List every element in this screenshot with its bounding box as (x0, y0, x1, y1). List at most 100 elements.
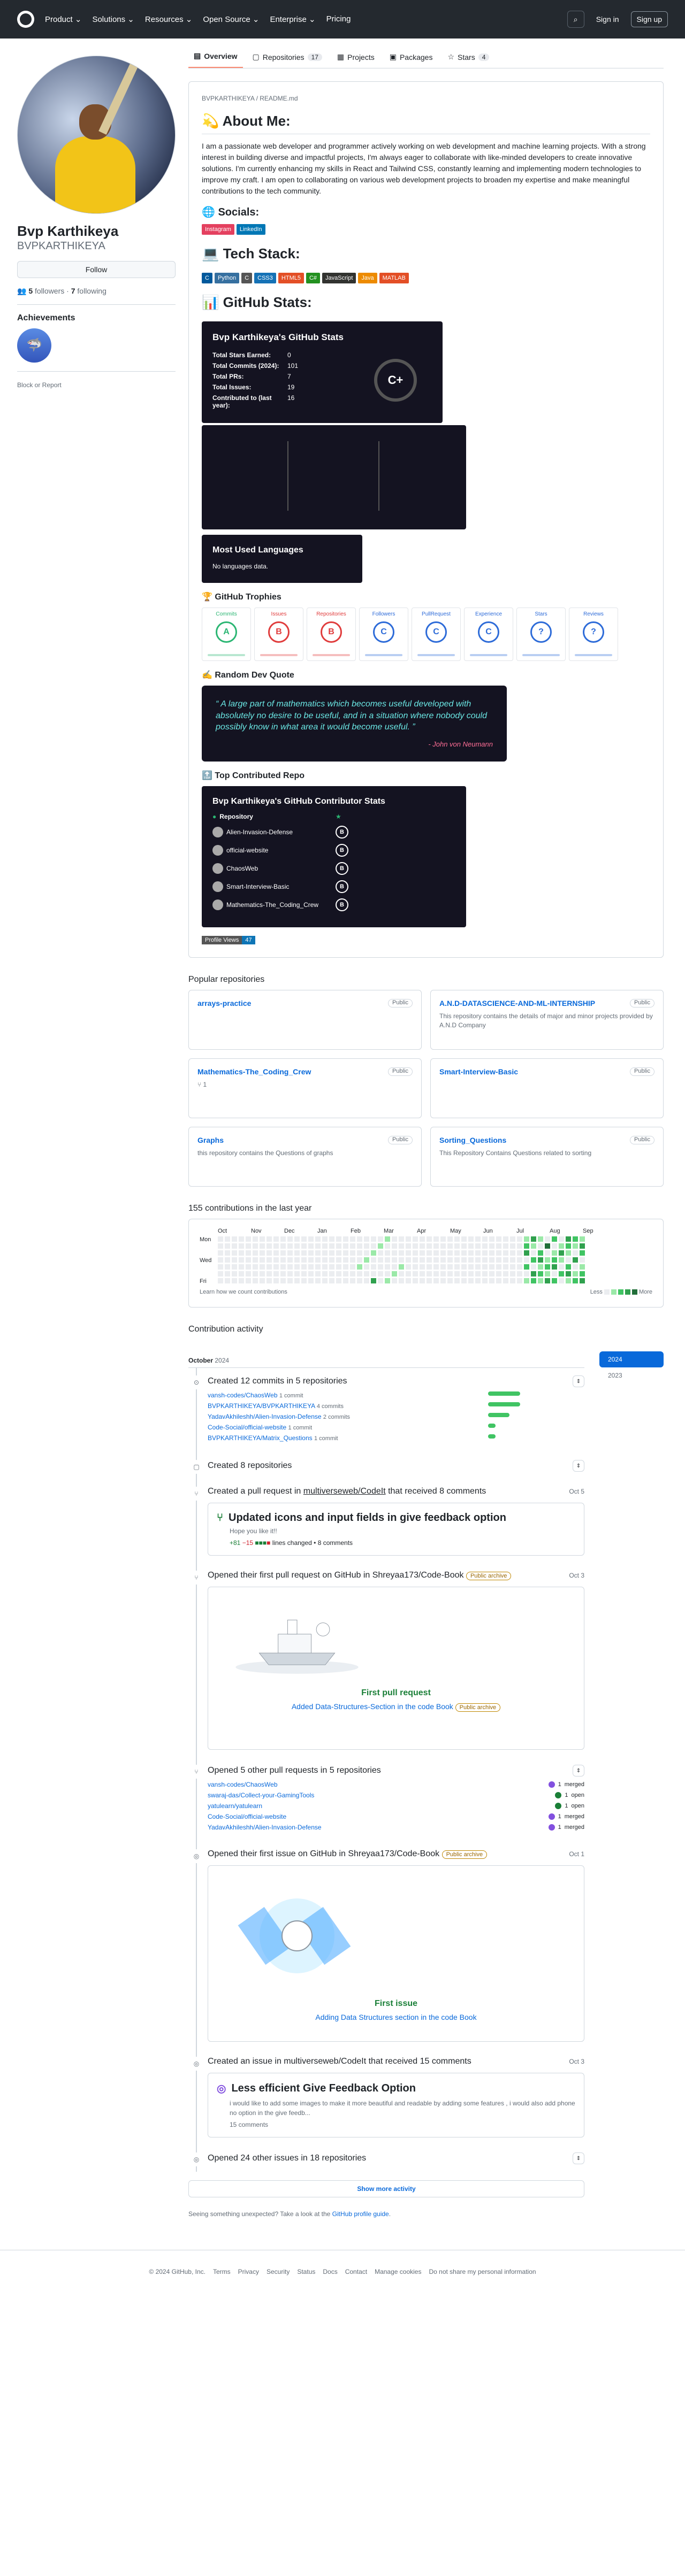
calendar-day[interactable] (253, 1278, 258, 1284)
calendar-day[interactable] (253, 1236, 258, 1242)
calendar-day[interactable] (232, 1243, 237, 1249)
calendar-day[interactable] (322, 1271, 328, 1277)
nav-item-1[interactable]: Solutions ⌄ (92, 14, 134, 24)
calendar-day[interactable] (392, 1257, 397, 1263)
calendar-day[interactable] (246, 1271, 251, 1277)
calendar-day[interactable] (510, 1271, 515, 1277)
calendar-day[interactable] (329, 1271, 334, 1277)
calendar-day[interactable] (482, 1271, 488, 1277)
calendar-day[interactable] (364, 1257, 369, 1263)
calendar-day[interactable] (566, 1250, 571, 1256)
calendar-day[interactable] (225, 1236, 230, 1242)
year-2024[interactable]: 2024 (599, 1351, 664, 1368)
calendar-day[interactable] (280, 1264, 286, 1270)
calendar-day[interactable] (524, 1257, 529, 1263)
calendar-day[interactable] (413, 1257, 418, 1263)
calendar-day[interactable] (371, 1236, 376, 1242)
calendar-day[interactable] (510, 1236, 515, 1242)
calendar-day[interactable] (267, 1236, 272, 1242)
calendar-day[interactable] (308, 1271, 314, 1277)
calendar-day[interactable] (420, 1271, 425, 1277)
calendar-day[interactable] (531, 1271, 536, 1277)
calendar-day[interactable] (371, 1243, 376, 1249)
calendar-day[interactable] (496, 1278, 501, 1284)
calendar-day[interactable] (580, 1236, 585, 1242)
calendar-day[interactable] (371, 1250, 376, 1256)
calendar-day[interactable] (315, 1264, 321, 1270)
calendar-day[interactable] (239, 1243, 244, 1249)
calendar-day[interactable] (239, 1250, 244, 1256)
calendar-day[interactable] (322, 1278, 328, 1284)
calendar-day[interactable] (468, 1278, 474, 1284)
calendar-day[interactable] (503, 1257, 508, 1263)
commit-repo-link[interactable]: BVPKARTHIKEYA/BVPKARTHIKEYA (208, 1402, 315, 1410)
calendar-day[interactable] (454, 1264, 460, 1270)
calendar-day[interactable] (503, 1236, 508, 1242)
calendar-day[interactable] (406, 1257, 411, 1263)
calendar-day[interactable] (573, 1271, 578, 1277)
calendar-day[interactable] (239, 1278, 244, 1284)
calendar-day[interactable] (385, 1264, 390, 1270)
calendar-day[interactable] (357, 1264, 362, 1270)
calendar-day[interactable] (246, 1250, 251, 1256)
pr-repo-link[interactable]: YadavAkhileshh/Alien-Invasion-Defense (208, 1824, 322, 1831)
calendar-day[interactable] (413, 1271, 418, 1277)
calendar-day[interactable] (420, 1278, 425, 1284)
calendar-day[interactable] (225, 1271, 230, 1277)
nav-item-4[interactable]: Enterprise ⌄ (270, 14, 315, 24)
calendar-day[interactable] (427, 1278, 432, 1284)
calendar-day[interactable] (427, 1243, 432, 1249)
calendar-day[interactable] (350, 1257, 355, 1263)
calendar-day[interactable] (482, 1264, 488, 1270)
calendar-day[interactable] (378, 1278, 383, 1284)
calendar-day[interactable] (315, 1271, 321, 1277)
calendar-day[interactable] (538, 1271, 543, 1277)
calendar-day[interactable] (267, 1264, 272, 1270)
pr-repo-link[interactable]: multiverseweb/CodeIt (303, 1487, 386, 1496)
calendar-day[interactable] (343, 1236, 348, 1242)
calendar-day[interactable] (406, 1250, 411, 1256)
calendar-day[interactable] (440, 1271, 446, 1277)
calendar-day[interactable] (357, 1271, 362, 1277)
calendar-day[interactable] (427, 1264, 432, 1270)
toggle-icon[interactable]: ⇕ (573, 1460, 584, 1472)
calendar-day[interactable] (315, 1243, 321, 1249)
nav-item-0[interactable]: Product ⌄ (45, 14, 81, 24)
calendar-day[interactable] (552, 1278, 557, 1284)
calendar-day[interactable] (315, 1257, 321, 1263)
pr-title-link[interactable]: Updated icons and input fields in give f… (229, 1512, 506, 1524)
calendar-day[interactable] (280, 1250, 286, 1256)
pr-repo-link[interactable]: vansh-codes/ChaosWeb (208, 1781, 278, 1788)
calendar-day[interactable] (218, 1278, 223, 1284)
calendar-day[interactable] (447, 1250, 453, 1256)
calendar-day[interactable] (475, 1278, 481, 1284)
calendar-day[interactable] (343, 1250, 348, 1256)
calendar-day[interactable] (260, 1257, 265, 1263)
calendar-day[interactable] (267, 1271, 272, 1277)
calendar-day[interactable] (357, 1236, 362, 1242)
learn-contributions-link[interactable]: Learn how we count contributions (200, 1289, 287, 1295)
calendar-day[interactable] (273, 1257, 279, 1263)
calendar-day[interactable] (308, 1236, 314, 1242)
calendar-day[interactable] (475, 1243, 481, 1249)
calendar-day[interactable] (454, 1257, 460, 1263)
calendar-day[interactable] (294, 1236, 300, 1242)
calendar-day[interactable] (399, 1278, 404, 1284)
calendar-day[interactable] (482, 1250, 488, 1256)
calendar-day[interactable] (510, 1250, 515, 1256)
calendar-day[interactable] (329, 1278, 334, 1284)
calendar-day[interactable] (329, 1264, 334, 1270)
repo-link[interactable]: Sorting_Questions (439, 1136, 506, 1144)
calendar-day[interactable] (406, 1278, 411, 1284)
calendar-day[interactable] (517, 1243, 522, 1249)
calendar-day[interactable] (308, 1264, 314, 1270)
calendar-day[interactable] (503, 1278, 508, 1284)
repo-link[interactable]: Mathematics-The_Coding_Crew (197, 1067, 311, 1076)
toggle-icon[interactable]: ⇕ (573, 2152, 584, 2165)
calendar-day[interactable] (399, 1264, 404, 1270)
calendar-day[interactable] (232, 1257, 237, 1263)
calendar-day[interactable] (260, 1271, 265, 1277)
repo-link[interactable]: Smart-Interview-Basic (439, 1067, 518, 1076)
calendar-day[interactable] (343, 1243, 348, 1249)
nav-item-3[interactable]: Open Source ⌄ (203, 14, 259, 24)
